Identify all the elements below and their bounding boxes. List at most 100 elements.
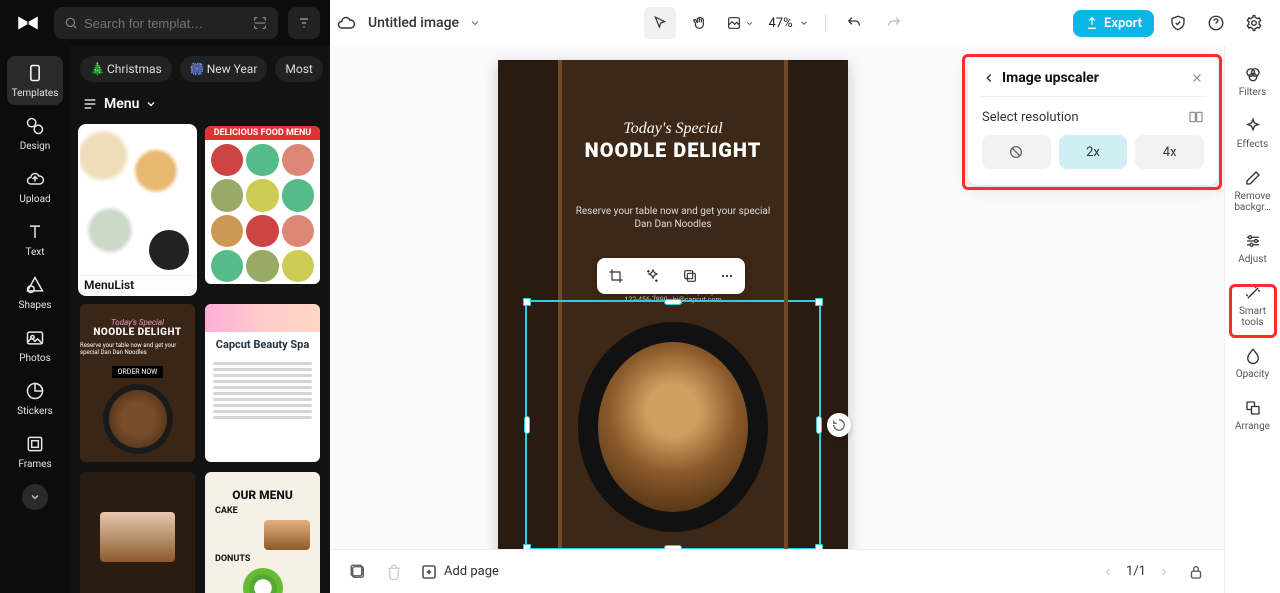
- magic-icon[interactable]: [642, 265, 664, 287]
- back-icon[interactable]: [982, 71, 996, 85]
- resize-handle-n[interactable]: [664, 299, 682, 305]
- resolution-4x[interactable]: 4x: [1135, 135, 1204, 169]
- redo-button[interactable]: [878, 7, 910, 39]
- rail-label: Arrange: [1235, 421, 1270, 432]
- zoom-level[interactable]: 47%: [764, 16, 812, 31]
- template-preview: [205, 357, 320, 424]
- chevron-down-icon[interactable]: [469, 17, 481, 29]
- nav-text[interactable]: Text: [7, 215, 63, 264]
- nav-shapes[interactable]: Shapes: [7, 268, 63, 317]
- heading-script: Today's Special: [562, 120, 784, 138]
- panel-heading[interactable]: Menu: [70, 86, 330, 122]
- template-label: ORDER NOW: [112, 366, 164, 378]
- rotate-handle[interactable]: [827, 413, 851, 437]
- prev-page[interactable]: [1102, 566, 1114, 578]
- resolution-2x[interactable]: 2x: [1059, 135, 1128, 169]
- next-page[interactable]: [1158, 566, 1170, 578]
- resize-handle-sw[interactable]: [523, 544, 531, 549]
- settings-icon[interactable]: [1240, 9, 1268, 37]
- crop-tool[interactable]: [724, 7, 756, 39]
- undo-button[interactable]: [838, 7, 870, 39]
- nav-frames[interactable]: Frames: [7, 427, 63, 476]
- rail-opacity[interactable]: Opacity: [1229, 338, 1277, 388]
- nav-label: Frames: [18, 459, 51, 470]
- chip-most[interactable]: Most: [275, 56, 322, 82]
- rail-effects[interactable]: Effects: [1229, 108, 1277, 158]
- more-icon[interactable]: [716, 265, 738, 287]
- rail-smart-tools[interactable]: Smart tools: [1229, 275, 1277, 336]
- template-preview: [264, 520, 310, 550]
- nav-stickers[interactable]: Stickers: [7, 374, 63, 423]
- template-card-menulist[interactable]: MenuList: [80, 126, 195, 294]
- resize-handle-se[interactable]: [815, 544, 823, 549]
- photos-icon: [24, 327, 46, 349]
- search-box[interactable]: [54, 7, 278, 39]
- template-card-spa[interactable]: Capcut Beauty Spa: [205, 304, 320, 462]
- rail-filters[interactable]: Filters: [1229, 56, 1277, 106]
- rail-adjust[interactable]: Adjust: [1229, 223, 1277, 273]
- frames-icon: [24, 433, 46, 455]
- chip-label: Christmas: [107, 62, 162, 76]
- nav-label: Shapes: [19, 300, 52, 311]
- template-card-foodmenu[interactable]: DELICIOUS FOOD MENU: [205, 126, 320, 284]
- template-card-noodle[interactable]: Today's Special NOODLE DELIGHT Reserve y…: [80, 304, 195, 462]
- chip-label: New Year: [207, 62, 258, 76]
- template-card-cake[interactable]: [80, 472, 195, 593]
- compare-icon[interactable]: [1188, 109, 1204, 125]
- search-icon: [64, 16, 78, 30]
- export-button[interactable]: Export: [1073, 10, 1154, 37]
- shield-icon[interactable]: [1164, 9, 1192, 37]
- help-icon[interactable]: [1202, 9, 1230, 37]
- hand-tool[interactable]: [684, 7, 716, 39]
- resize-handle-s[interactable]: [664, 545, 682, 549]
- search-input[interactable]: [84, 16, 246, 31]
- app-logo[interactable]: [12, 7, 44, 39]
- nav-more[interactable]: [22, 484, 48, 510]
- add-page-button[interactable]: Add page: [420, 563, 499, 581]
- lock-icon[interactable]: [1186, 562, 1206, 582]
- rail-arrange[interactable]: Arrange: [1229, 390, 1277, 440]
- page-indicator: 1/1: [1126, 564, 1146, 579]
- template-card-ourmenu[interactable]: OUR MENU CAKE DONUTS: [205, 472, 320, 593]
- add-page-icon: [420, 563, 438, 581]
- scan-icon[interactable]: [252, 15, 268, 31]
- nav-label: Upload: [19, 194, 50, 205]
- resize-handle-nw[interactable]: [523, 298, 531, 306]
- nav-photos[interactable]: Photos: [7, 321, 63, 370]
- template-preview: [80, 126, 195, 276]
- template-label: Today's Special: [111, 318, 164, 327]
- artboard-heading: Today's Special NOODLE DELIGHT: [562, 120, 784, 162]
- nav-templates[interactable]: Templates: [7, 56, 63, 105]
- heading-big: NOODLE DELIGHT: [562, 138, 784, 162]
- rail-label: Smart tools: [1229, 306, 1277, 328]
- design-icon: [24, 115, 46, 137]
- template-label: Capcut Beauty Spa: [205, 332, 320, 357]
- selection-box[interactable]: [525, 300, 821, 549]
- template-preview: [243, 568, 283, 593]
- chip-newyear[interactable]: 🎆New Year: [180, 56, 268, 82]
- zoom-value: 47%: [768, 16, 792, 31]
- resize-handle-w[interactable]: [524, 416, 530, 434]
- document-title[interactable]: Untitled image: [368, 15, 459, 31]
- artboard-subtext: Reserve your table now and get your spec…: [568, 205, 778, 231]
- nav-upload[interactable]: Upload: [7, 162, 63, 211]
- rail-removebg[interactable]: Remove backgr…: [1229, 160, 1277, 221]
- filter-icon[interactable]: [288, 7, 320, 39]
- delete-icon[interactable]: [384, 562, 404, 582]
- close-icon[interactable]: [1190, 71, 1204, 85]
- canvas-stage[interactable]: Today's Special NOODLE DELIGHT Reserve y…: [330, 46, 1224, 549]
- template-label: CAKE: [215, 506, 238, 516]
- filters-icon: [1243, 64, 1263, 84]
- canvas-artboard[interactable]: Today's Special NOODLE DELIGHT Reserve y…: [498, 60, 848, 549]
- bottom-bar: Add page 1/1: [330, 549, 1224, 593]
- copy-icon[interactable]: [679, 265, 701, 287]
- template-label: MenuList: [80, 276, 195, 294]
- resolution-none[interactable]: [982, 135, 1051, 169]
- crop-icon[interactable]: [605, 265, 627, 287]
- resize-handle-ne[interactable]: [815, 298, 823, 306]
- chip-christmas[interactable]: 🎄Christmas: [80, 56, 172, 82]
- layers-icon[interactable]: [348, 562, 368, 582]
- nav-design[interactable]: Design: [7, 109, 63, 158]
- pointer-tool[interactable]: [644, 7, 676, 39]
- resize-handle-e[interactable]: [816, 416, 822, 434]
